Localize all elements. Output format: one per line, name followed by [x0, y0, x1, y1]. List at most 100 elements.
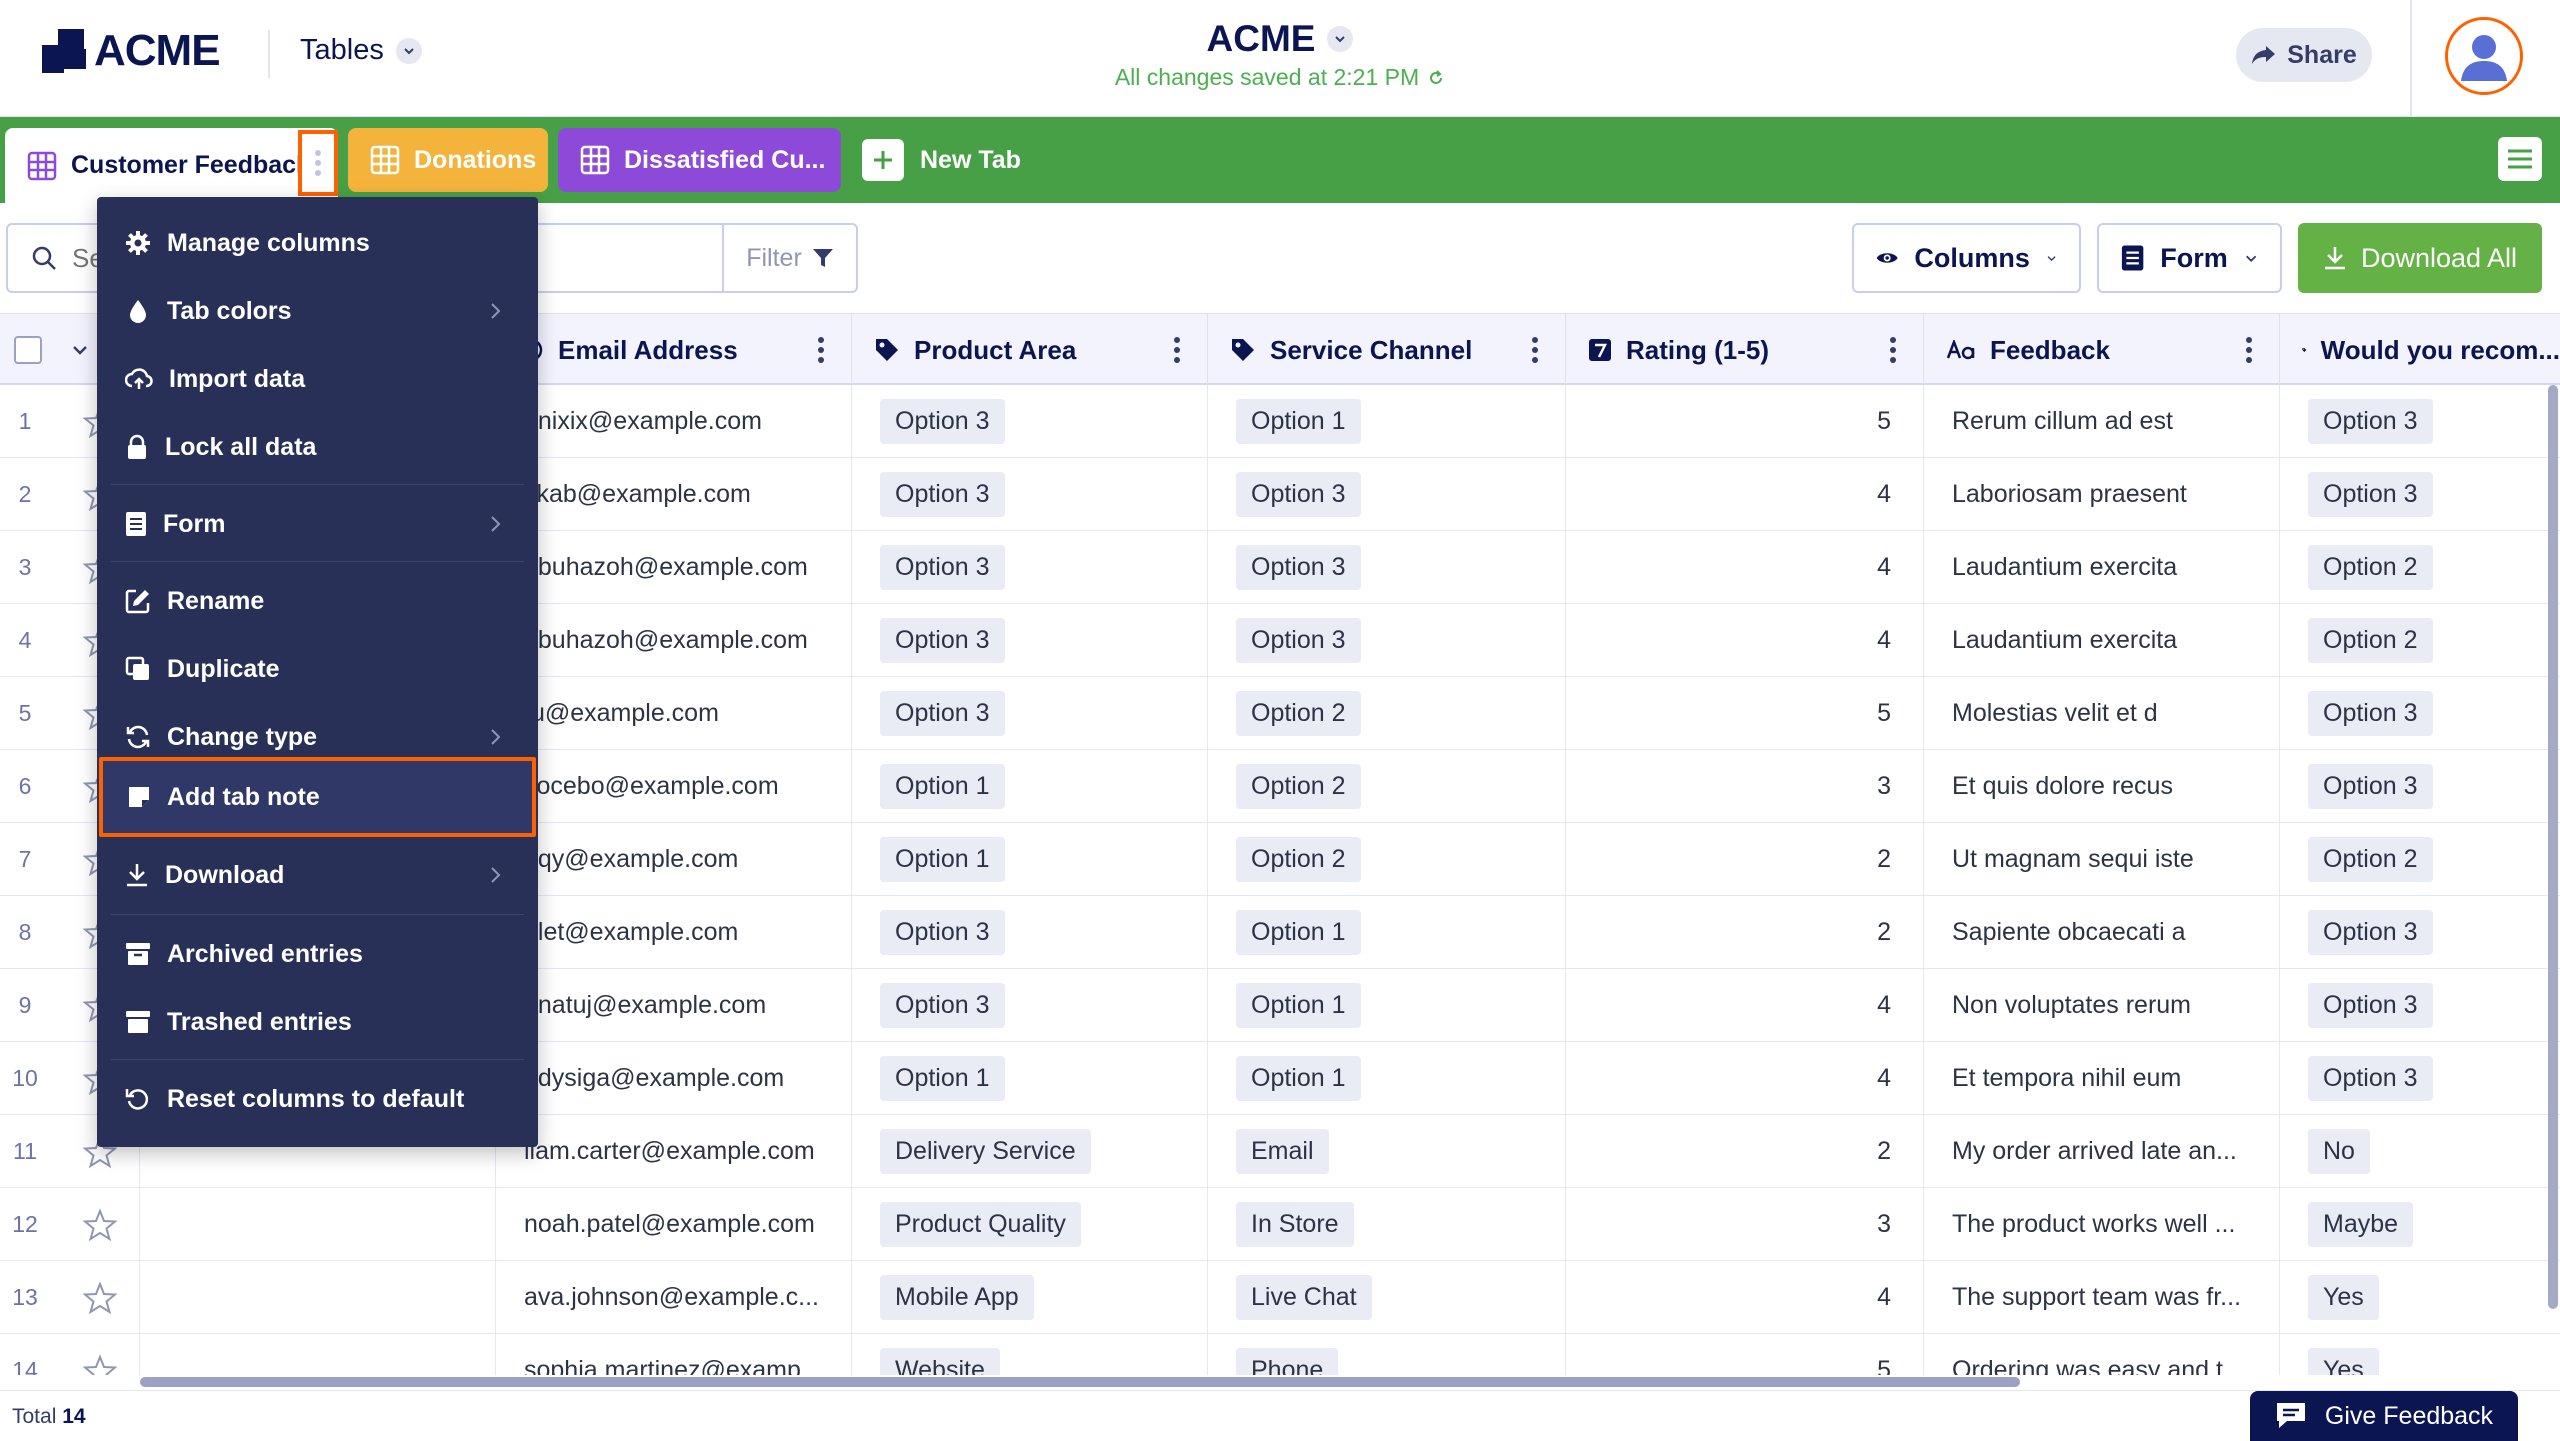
rating-cell[interactable]: 3: [1566, 750, 1924, 823]
more-vertical-icon[interactable]: [1889, 336, 1897, 364]
rating-cell[interactable]: 3: [1566, 1188, 1924, 1261]
recommend-cell[interactable]: Option 3: [2280, 385, 2560, 458]
product-area-cell[interactable]: Option 3: [852, 969, 1208, 1042]
email-cell[interactable]: noah.patel@example.com: [496, 1188, 852, 1261]
menu-item-manage-columns[interactable]: Manage columns: [105, 211, 530, 275]
rating-cell[interactable]: 4: [1566, 531, 1924, 604]
feedback-cell[interactable]: Non voluptates rerum: [1924, 969, 2280, 1042]
chevron-down-icon[interactable]: [70, 340, 90, 360]
menu-item-add-tab-note[interactable]: Add tab note: [99, 757, 536, 837]
product-area-cell[interactable]: Option 1: [852, 1042, 1208, 1115]
email-cell[interactable]: olet@example.com: [496, 896, 852, 969]
product-area-cell[interactable]: Option 1: [852, 750, 1208, 823]
more-vertical-icon[interactable]: [817, 336, 825, 364]
product-area-cell[interactable]: Website: [852, 1334, 1208, 1375]
filter-button[interactable]: Filter: [722, 225, 856, 291]
name-cell[interactable]: [140, 1188, 496, 1261]
recommend-cell[interactable]: Yes: [2280, 1261, 2560, 1334]
table-row[interactable]: 14 sophia.martinez@examp... Website Phone 5 O…: [0, 1334, 2560, 1375]
product-area-cell[interactable]: Option 3: [852, 531, 1208, 604]
name-cell[interactable]: [140, 1261, 496, 1334]
product-area-cell[interactable]: Option 1: [852, 823, 1208, 896]
feedback-cell[interactable]: The product works well ...: [1924, 1188, 2280, 1261]
email-cell[interactable]: ykab@example.com: [496, 458, 852, 531]
give-feedback-button[interactable]: Give Feedback: [2250, 1391, 2518, 1441]
recommend-cell[interactable]: Option 2: [2280, 823, 2560, 896]
product-area-cell[interactable]: Delivery Service: [852, 1115, 1208, 1188]
recommend-cell[interactable]: Option 3: [2280, 896, 2560, 969]
service-channel-cell[interactable]: Option 1: [1208, 385, 1566, 458]
recommend-cell[interactable]: Maybe: [2280, 1188, 2560, 1261]
more-vertical-icon[interactable]: [2245, 336, 2253, 364]
more-vertical-icon[interactable]: [1531, 336, 1539, 364]
service-channel-cell[interactable]: Phone: [1208, 1334, 1566, 1375]
menu-item-rename[interactable]: Rename: [105, 569, 530, 633]
service-channel-cell[interactable]: Option 2: [1208, 750, 1566, 823]
email-cell[interactable]: enixix@example.com: [496, 385, 852, 458]
rating-cell[interactable]: 4: [1566, 1261, 1924, 1334]
table-row[interactable]: 12 noah.patel@example.com Product Quality I…: [0, 1188, 2560, 1261]
recommend-cell[interactable]: Yes: [2280, 1334, 2560, 1375]
horizontal-scrollbar-thumb[interactable]: [140, 1377, 2020, 1387]
service-channel-cell[interactable]: Option 2: [1208, 823, 1566, 896]
new-tab-button[interactable]: New Tab: [862, 137, 1021, 183]
feedback-cell[interactable]: Laboriosam praesent: [1924, 458, 2280, 531]
product-area-cell[interactable]: Product Quality: [852, 1188, 1208, 1261]
email-cell[interactable]: ava.johnson@example.c...: [496, 1261, 852, 1334]
email-cell[interactable]: obuhazoh@example.com: [496, 531, 852, 604]
recommend-cell[interactable]: Option 2: [2280, 604, 2560, 677]
service-channel-cell[interactable]: Option 2: [1208, 677, 1566, 750]
menu-item-lock-all-data[interactable]: Lock all data: [105, 415, 530, 479]
menu-item-tab-colors[interactable]: Tab colors: [105, 279, 530, 343]
service-channel-cell[interactable]: In Store: [1208, 1188, 1566, 1261]
column-header-feedback[interactable]: Feedback: [1924, 314, 2280, 386]
recommend-cell[interactable]: Option 3: [2280, 1042, 2560, 1115]
product-area-cell[interactable]: Option 3: [852, 604, 1208, 677]
column-header-rating[interactable]: Rating (1-5): [1566, 314, 1924, 386]
star-button[interactable]: [60, 1188, 140, 1261]
feedback-cell[interactable]: Et quis dolore recus: [1924, 750, 2280, 823]
more-vertical-icon[interactable]: [1173, 336, 1181, 364]
service-channel-cell[interactable]: Live Chat: [1208, 1261, 1566, 1334]
feedback-cell[interactable]: Rerum cillum ad est: [1924, 385, 2280, 458]
star-button[interactable]: [60, 1261, 140, 1334]
rating-cell[interactable]: 5: [1566, 385, 1924, 458]
table-row[interactable]: 13 ava.johnson@example.c... Mobile App Live…: [0, 1261, 2560, 1334]
menu-button[interactable]: [2498, 137, 2542, 181]
feedback-cell[interactable]: Laudantium exercita: [1924, 531, 2280, 604]
service-channel-cell[interactable]: Option 1: [1208, 896, 1566, 969]
share-button[interactable]: Share: [2236, 28, 2372, 82]
menu-item-reset-columns[interactable]: Reset columns to default: [105, 1067, 530, 1131]
column-header-service-channel[interactable]: Service Channel: [1208, 314, 1566, 386]
email-cell[interactable]: obuhazoh@example.com: [496, 604, 852, 677]
service-channel-cell[interactable]: Option 3: [1208, 531, 1566, 604]
feedback-cell[interactable]: The support team was fr...: [1924, 1261, 2280, 1334]
rating-cell[interactable]: 5: [1566, 1334, 1924, 1375]
email-cell[interactable]: aqy@example.com: [496, 823, 852, 896]
rating-cell[interactable]: 2: [1566, 1115, 1924, 1188]
recommend-cell[interactable]: Option 2: [2280, 531, 2560, 604]
rating-cell[interactable]: 4: [1566, 458, 1924, 531]
tab-customer-feedback[interactable]: Customer Feedback: [5, 128, 338, 203]
column-header-email[interactable]: Email Address: [496, 314, 852, 386]
product-area-cell[interactable]: Option 3: [852, 458, 1208, 531]
rating-cell[interactable]: 4: [1566, 604, 1924, 677]
service-channel-cell[interactable]: Email: [1208, 1115, 1566, 1188]
menu-item-import-data[interactable]: Import data: [105, 347, 530, 411]
recommend-cell[interactable]: Option 3: [2280, 750, 2560, 823]
form-button[interactable]: Form: [2097, 223, 2282, 293]
horizontal-scrollbar[interactable]: [140, 1375, 2560, 1387]
column-header-recommend[interactable]: Would you recom...: [2280, 314, 2560, 386]
rating-cell[interactable]: 4: [1566, 969, 1924, 1042]
email-cell[interactable]: enatuj@example.com: [496, 969, 852, 1042]
star-button[interactable]: [60, 1334, 140, 1375]
feedback-cell[interactable]: Molestias velit et d: [1924, 677, 2280, 750]
email-cell[interactable]: liam.carter@example.com: [496, 1115, 852, 1188]
column-header-product-area[interactable]: Product Area: [852, 314, 1208, 386]
menu-item-download[interactable]: Download: [105, 843, 530, 907]
email-cell[interactable]: sophia.martinez@examp...: [496, 1334, 852, 1375]
email-cell[interactable]: ifocebo@example.com: [496, 750, 852, 823]
vertical-scrollbar-thumb[interactable]: [2548, 385, 2558, 1309]
tab-donations[interactable]: Donations: [348, 128, 548, 192]
recommend-cell[interactable]: Option 3: [2280, 677, 2560, 750]
